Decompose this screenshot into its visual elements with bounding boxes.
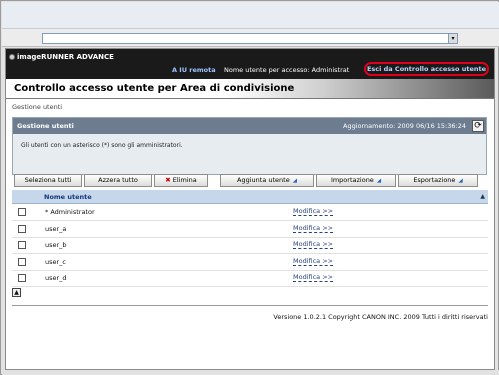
logged-in-user: Nome utente per accesso: Administrat xyxy=(224,66,350,74)
admin-note: Gli utenti con un asterisco (*) sono gli… xyxy=(21,142,183,149)
export-button[interactable]: Esportazione ◢ xyxy=(398,174,478,187)
table-row: user_a Modifica >> xyxy=(12,222,488,238)
page-title: Controllo accesso utente per Area di con… xyxy=(14,83,295,94)
delete-label: Elimina xyxy=(172,176,197,184)
panel-title: Gestione utenti xyxy=(17,122,74,130)
panel-header: Gestione utenti Aggiornamento: 2009 06/1… xyxy=(13,118,486,134)
user-name: * Administrator xyxy=(45,208,95,216)
edit-link[interactable]: Modifica >> xyxy=(293,257,334,266)
edit-link[interactable]: Modifica >> xyxy=(293,207,334,216)
row-checkbox[interactable] xyxy=(18,258,26,266)
row-checkbox[interactable] xyxy=(18,208,26,216)
browser-window: ▾ imageRUNNER ADVANCE A IU remota Nome u… xyxy=(0,0,499,375)
select-all-button[interactable]: Seleziona tutti xyxy=(14,174,82,187)
select-all-label: Seleziona tutti xyxy=(24,176,72,184)
dropdown-arrow-icon: ◢ xyxy=(376,178,382,184)
address-bar[interactable]: ▾ xyxy=(42,33,458,44)
table-header: Nome utente ▲ xyxy=(12,190,488,204)
user-name: user_a xyxy=(45,225,67,233)
table-row: user_d Modifica >> xyxy=(12,271,488,287)
back-to-top-icon[interactable]: ▲ xyxy=(12,288,21,297)
import-label: Importazione xyxy=(330,176,374,184)
breadcrumb: Gestione utenti xyxy=(12,103,63,111)
row-checkbox[interactable] xyxy=(18,225,26,233)
edit-link[interactable]: Modifica >> xyxy=(293,224,334,233)
app-header: imageRUNNER ADVANCE A IU remota Nome ute… xyxy=(6,49,494,79)
last-updated: Aggiornamento: 2009 06/16 15:36:24 xyxy=(343,122,466,130)
add-user-label: Aggiunta utente xyxy=(237,176,290,184)
sort-icon[interactable]: ▲ xyxy=(480,193,485,200)
row-checkbox[interactable] xyxy=(18,241,26,249)
import-button[interactable]: Importazione ◢ xyxy=(316,174,396,187)
refresh-icon[interactable]: ⟳ xyxy=(472,120,484,132)
exit-access-control-link[interactable]: Esci da Controllo accesso utente xyxy=(364,62,489,76)
footer-divider xyxy=(12,305,488,306)
add-user-button[interactable]: Aggiunta utente ◢ xyxy=(220,174,314,187)
user-name: user_b xyxy=(45,241,67,249)
browser-toolbar xyxy=(2,2,499,29)
copyright: Versione 1.0.2.1 Copyright CANON INC. 20… xyxy=(273,313,488,321)
export-label: Esportazione xyxy=(413,176,456,184)
user-management-panel: Gestione utenti Aggiornamento: 2009 06/1… xyxy=(12,117,487,175)
clear-all-label: Azzera tutto xyxy=(98,176,138,184)
title-bar: Controllo accesso utente per Area di con… xyxy=(6,79,494,99)
table-row: * Administrator Modifica >> xyxy=(12,205,488,221)
edit-link[interactable]: Modifica >> xyxy=(293,240,334,249)
column-header-username[interactable]: Nome utente xyxy=(44,193,92,201)
table-row: user_c Modifica >> xyxy=(12,255,488,271)
address-dropdown-icon[interactable]: ▾ xyxy=(448,34,457,43)
clear-all-button[interactable]: Azzera tutto xyxy=(84,174,152,187)
remote-ui-link[interactable]: A IU remota xyxy=(172,66,216,74)
table-row: user_b Modifica >> xyxy=(12,238,488,254)
dropdown-arrow-icon: ◢ xyxy=(458,178,463,184)
x-icon: ✖ xyxy=(165,176,171,184)
user-name: user_d xyxy=(45,274,67,282)
web-page: imageRUNNER ADVANCE A IU remota Nome ute… xyxy=(5,48,495,370)
row-checkbox[interactable] xyxy=(18,274,26,282)
brand-logo: imageRUNNER ADVANCE xyxy=(9,53,114,61)
brand-name: imageRUNNER ADVANCE xyxy=(17,53,114,61)
address-row: ▾ xyxy=(2,29,499,47)
dropdown-arrow-icon: ◢ xyxy=(292,178,297,184)
edit-link[interactable]: Modifica >> xyxy=(293,273,334,282)
status-bar xyxy=(2,370,499,375)
canon-logo-icon xyxy=(9,54,15,60)
user-name: user_c xyxy=(45,258,67,266)
delete-button[interactable]: ✖ Elimina xyxy=(154,174,208,187)
